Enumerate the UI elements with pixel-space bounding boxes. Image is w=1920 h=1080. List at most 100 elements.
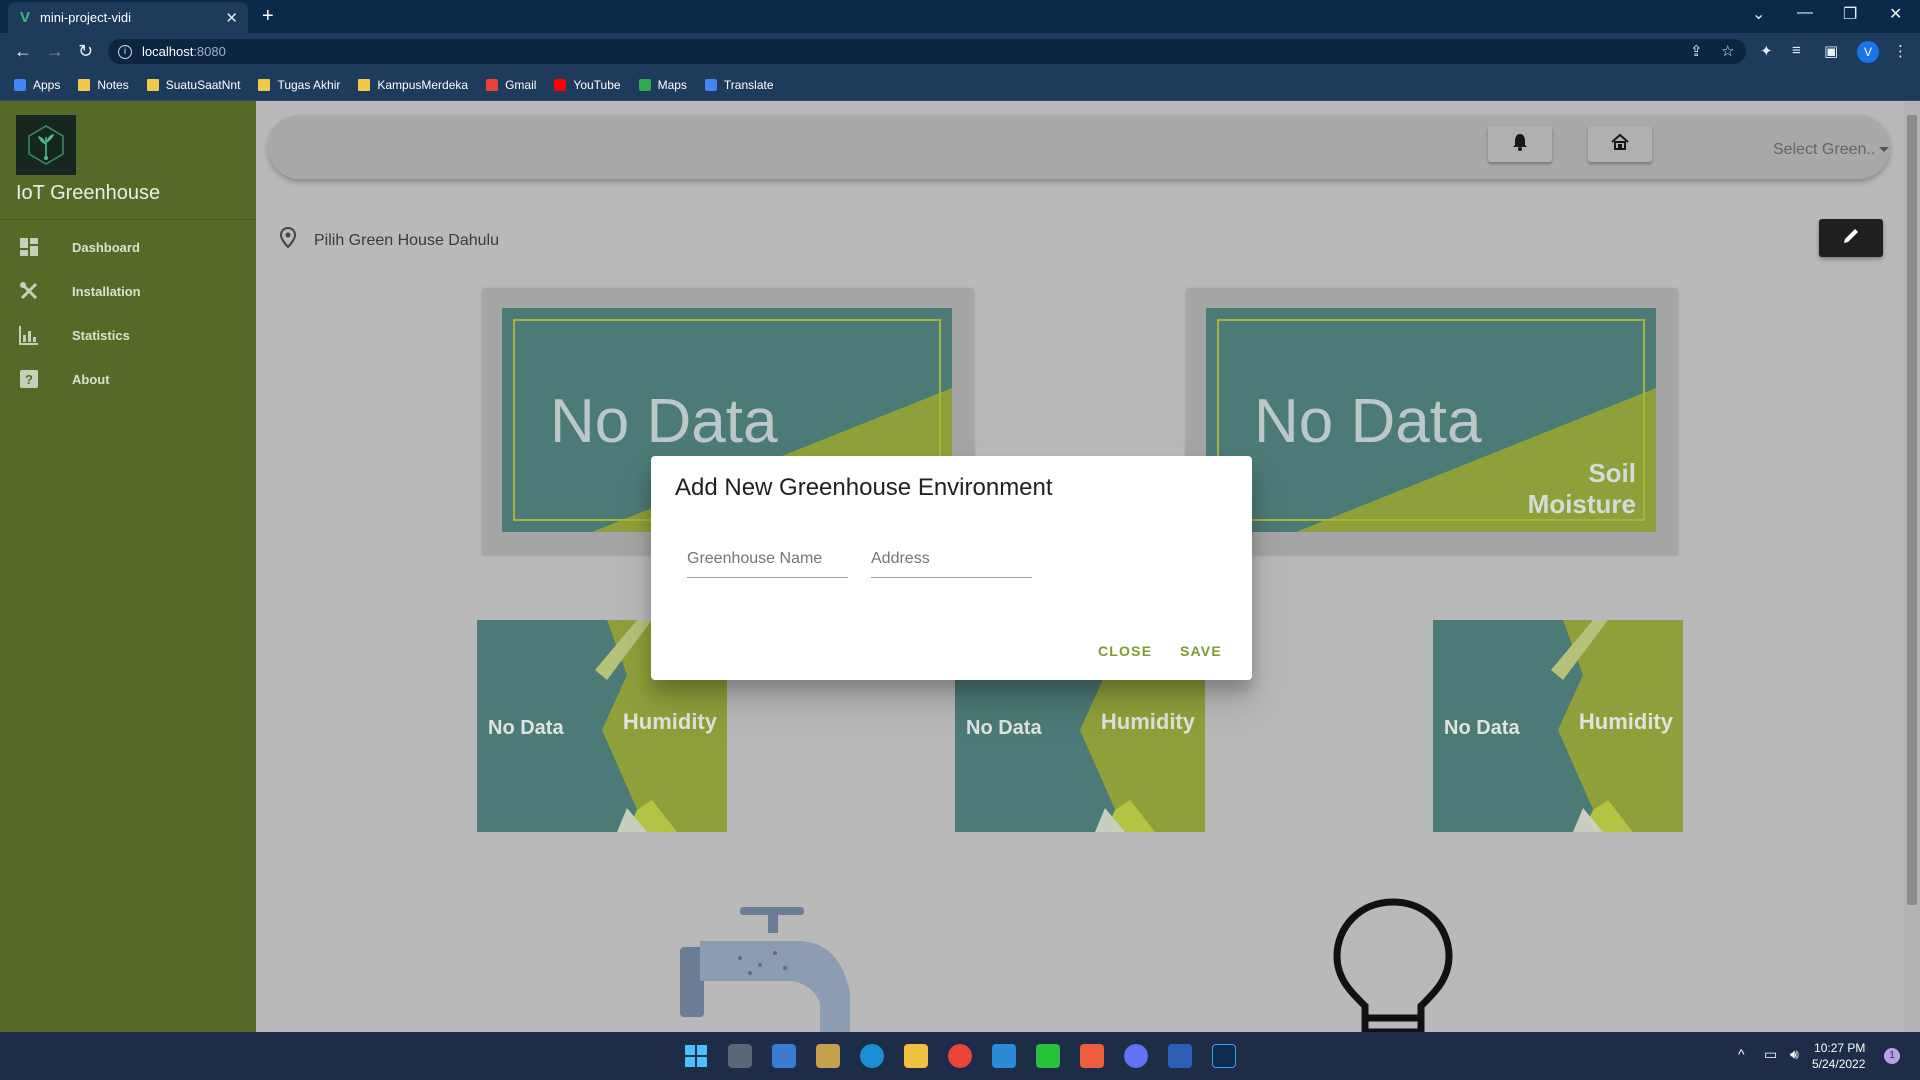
- start-icon[interactable]: [684, 1044, 708, 1068]
- bookmark-item[interactable]: Translate: [704, 78, 774, 92]
- menu-kebab-icon[interactable]: ⋮: [1893, 42, 1908, 60]
- bookmark-item[interactable]: Tugas Akhir: [258, 78, 340, 92]
- store-icon[interactable]: [772, 1044, 796, 1068]
- greenhouse-select[interactable]: Select Green..: [1773, 141, 1890, 159]
- file-explorer-icon[interactable]: [904, 1044, 928, 1068]
- volume-icon[interactable]: 🔊︎: [1790, 1046, 1799, 1063]
- minimize-icon[interactable]: —: [1797, 4, 1813, 22]
- vscode-icon[interactable]: [992, 1044, 1016, 1068]
- bookmarks-bar: Apps Notes SuatuSaatNnt Tugas Akhir KampusMe…: [0, 70, 1920, 101]
- app-top-bar: Select Green..: [268, 115, 1890, 179]
- page-scrollbar[interactable]: [1904, 101, 1920, 1032]
- media-icon[interactable]: ≡: [1792, 42, 1801, 59]
- tab-search-icon[interactable]: ⌄: [1752, 4, 1765, 24]
- help-icon: ?: [18, 368, 40, 390]
- tray-chevron-icon[interactable]: ^: [1738, 1046, 1745, 1062]
- close-button[interactable]: CLOSE: [1098, 643, 1152, 659]
- share-icon[interactable]: ⇪: [1690, 42, 1703, 60]
- sensor-value: No Data: [966, 717, 1042, 739]
- svg-text:?: ?: [25, 372, 33, 387]
- sensor-tile: No Data Soil Moisture: [1206, 308, 1656, 532]
- site-info-icon[interactable]: i: [118, 44, 132, 59]
- new-tab-icon[interactable]: +: [262, 5, 274, 28]
- sidebar: IoT Greenhouse Dashboard Installation St…: [0, 101, 256, 1032]
- forward-icon[interactable]: →: [46, 41, 64, 62]
- sensor-value: No Data: [550, 387, 778, 456]
- photoshop-icon[interactable]: [1212, 1044, 1236, 1068]
- extensions-icon[interactable]: ✦: [1760, 42, 1773, 60]
- save-button[interactable]: SAVE: [1180, 643, 1222, 659]
- bookmark-label: Notes: [97, 78, 129, 92]
- chrome-icon[interactable]: [948, 1044, 972, 1068]
- water-faucet-icon: [680, 903, 870, 1037]
- sidebar-item-about[interactable]: ? About: [0, 357, 256, 401]
- bookmark-item[interactable]: Maps: [638, 78, 687, 92]
- notification-badge[interactable]: 1: [1884, 1048, 1900, 1064]
- greenhouse-name-field[interactable]: [687, 548, 848, 578]
- edit-button[interactable]: [1819, 219, 1883, 257]
- profile-avatar[interactable]: V: [1857, 41, 1879, 63]
- browser-tab[interactable]: V mini-project-vidi ✕: [8, 2, 248, 33]
- address-field[interactable]: [871, 548, 1032, 578]
- side-panel-icon[interactable]: ▣: [1824, 42, 1838, 60]
- sensor-label: Humidity: [1578, 709, 1673, 734]
- discord-icon[interactable]: [1124, 1044, 1148, 1068]
- vue-logo-icon: V: [20, 9, 31, 26]
- translate-icon: [704, 79, 717, 91]
- sensor-label: Humidity: [622, 709, 717, 734]
- sidebar-item-label: Installation: [72, 283, 141, 299]
- sidebar-item-statistics[interactable]: Statistics: [0, 313, 256, 357]
- word-icon[interactable]: [1168, 1044, 1192, 1068]
- bookmark-item[interactable]: YouTube: [554, 78, 621, 92]
- window-close-icon[interactable]: ✕: [1889, 4, 1902, 24]
- clock-date: 5/24/2022: [1812, 1057, 1866, 1071]
- pencil-icon: [1842, 227, 1860, 250]
- add-greenhouse-dialog: Add New Greenhouse Environment CLOSE SAV…: [651, 456, 1252, 680]
- greenhouse-select-value: Select Green..: [1773, 141, 1876, 158]
- sensor-label: Humidity: [1100, 709, 1195, 734]
- address-input[interactable]: [871, 548, 1032, 570]
- bookmark-item[interactable]: KampusMerdeka: [358, 78, 468, 92]
- sensor-value: No Data: [1254, 387, 1482, 456]
- sensor-value: No Data: [488, 717, 564, 739]
- bookmark-item[interactable]: Apps: [14, 78, 60, 92]
- bookmark-item[interactable]: Notes: [78, 78, 129, 92]
- sidebar-item-dashboard[interactable]: Dashboard: [0, 225, 256, 269]
- address-bar[interactable]: i localhost:8080: [108, 39, 1746, 64]
- brand-title: IoT Greenhouse: [16, 182, 161, 204]
- bookmark-item[interactable]: SuatuSaatNnt: [146, 78, 240, 92]
- system-clock[interactable]: 10:27 PM 5/24/2022: [1812, 1040, 1865, 1072]
- home-button[interactable]: [1588, 126, 1652, 162]
- chevron-down-icon: [1879, 147, 1890, 153]
- gmail-icon: [486, 79, 499, 91]
- restore-icon[interactable]: ❐: [1843, 4, 1857, 24]
- reload-icon[interactable]: ↻: [78, 41, 93, 62]
- bookmark-label: KampusMerdeka: [377, 78, 469, 92]
- bookmark-star-icon[interactable]: ☆: [1721, 42, 1734, 60]
- sidebar-item-label: Statistics: [72, 327, 130, 343]
- sidebar-item-installation[interactable]: Installation: [0, 269, 256, 313]
- notifications-button[interactable]: [1488, 126, 1552, 162]
- location-text: Pilih Green House Dahulu: [314, 231, 499, 249]
- apps-grid-icon: [14, 79, 26, 91]
- url-port: :8080: [193, 44, 226, 59]
- url-host: localhost: [142, 44, 194, 59]
- bookmark-label: Gmail: [505, 78, 537, 92]
- figma-icon[interactable]: [1080, 1044, 1104, 1068]
- tab-close-icon[interactable]: ✕: [225, 9, 238, 27]
- app-icon[interactable]: [816, 1044, 840, 1068]
- line-icon[interactable]: [1036, 1044, 1060, 1068]
- sidebar-divider: [0, 219, 256, 220]
- home-icon: [1610, 132, 1630, 157]
- scrollbar-thumb[interactable]: [1907, 115, 1917, 905]
- windows-taskbar: ^ ▭ 🔊︎ 10:27 PM 5/24/2022 1: [0, 1032, 1920, 1080]
- greenhouse-logo: [16, 115, 76, 175]
- folder-icon: [146, 79, 159, 91]
- edge-icon[interactable]: [860, 1044, 884, 1068]
- network-icon[interactable]: ▭: [1764, 1046, 1777, 1063]
- bookmark-item[interactable]: Gmail: [486, 78, 536, 92]
- greenhouse-name-input[interactable]: [687, 548, 848, 570]
- folder-icon: [358, 79, 371, 91]
- task-view-icon[interactable]: [728, 1044, 752, 1068]
- back-icon[interactable]: ←: [14, 41, 32, 62]
